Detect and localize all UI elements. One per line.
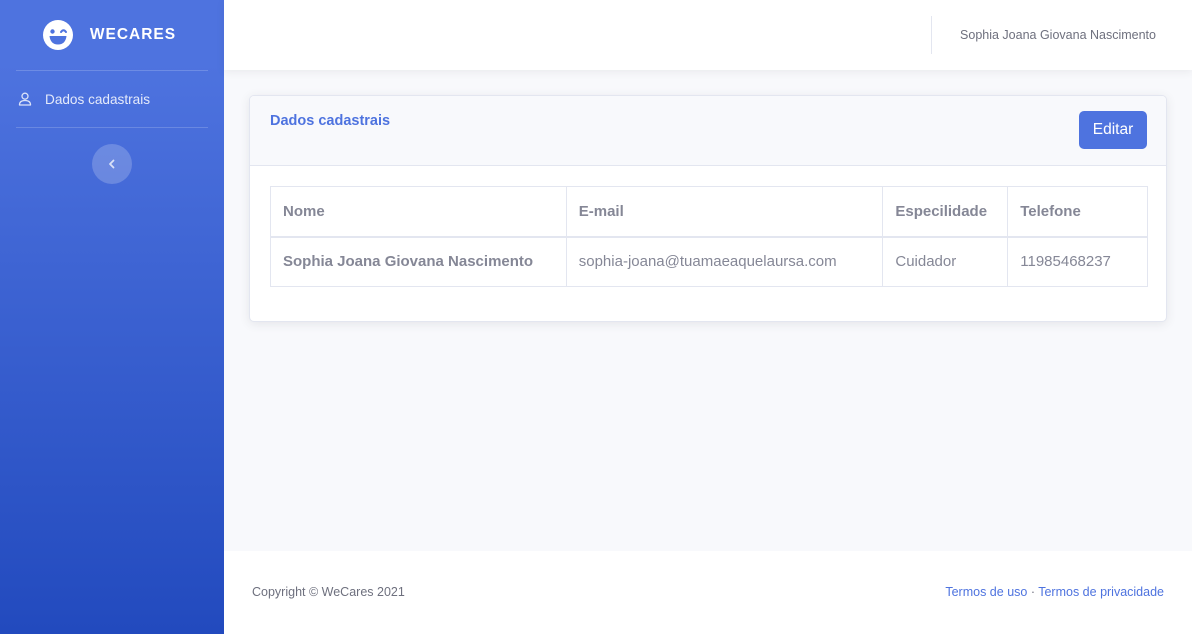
profile-card: Dados cadastrais Editar Nome E-mail Espe…: [249, 95, 1167, 322]
privacy-terms-link[interactable]: Termos de privacidade: [1038, 585, 1164, 599]
footer: Copyright © WeCares 2021 Termos de uso ·…: [224, 551, 1192, 634]
cell-telefone: 11985468237: [1007, 236, 1148, 287]
column-header-especialidade: Especilidade: [882, 186, 1009, 238]
sidebar: WECARES Dados cadastrais: [0, 0, 224, 634]
copyright-text: Copyright © WeCares 2021: [252, 585, 405, 599]
card-title: Dados cadastrais: [270, 113, 391, 129]
column-header-email: E-mail: [565, 186, 884, 238]
brand[interactable]: WECARES: [0, 0, 224, 70]
topbar-divider: [931, 16, 932, 54]
chevron-left-icon: [109, 159, 115, 169]
edit-button[interactable]: Editar: [1079, 111, 1147, 149]
sidebar-item-label: Dados cadastrais: [45, 91, 151, 107]
profile-table: Nome E-mail Especilidade Telefone Sophia…: [270, 186, 1148, 287]
laugh-wink-icon: [42, 20, 73, 50]
terms-of-use-link[interactable]: Termos de uso: [945, 585, 1027, 599]
column-header-telefone: Telefone: [1007, 186, 1148, 238]
brand-name: WECARES: [89, 26, 177, 43]
card-header: Dados cadastrais Editar: [250, 96, 1166, 166]
sidebar-item-dados-cadastrais[interactable]: Dados cadastrais: [0, 71, 224, 127]
sidebar-toggle-button[interactable]: [92, 144, 132, 184]
table-header-row: Nome E-mail Especilidade Telefone: [270, 186, 1148, 238]
column-header-nome: Nome: [270, 186, 567, 238]
cell-especialidade: Cuidador: [882, 236, 1009, 287]
table-row: Sophia Joana Giovana Nascimento sophia-j…: [270, 236, 1148, 287]
sidebar-divider: [16, 127, 208, 128]
topbar: Sophia Joana Giovana Nascimento: [224, 0, 1192, 70]
footer-link-separator: ·: [1027, 585, 1039, 599]
user-menu[interactable]: Sophia Joana Giovana Nascimento: [960, 0, 1156, 70]
user-icon: [18, 92, 32, 106]
footer-links: Termos de uso · Termos de privacidade: [945, 585, 1164, 599]
cell-email: sophia-joana@tuamaeaquelaursa.com: [565, 236, 884, 287]
cell-nome: Sophia Joana Giovana Nascimento: [270, 236, 567, 287]
